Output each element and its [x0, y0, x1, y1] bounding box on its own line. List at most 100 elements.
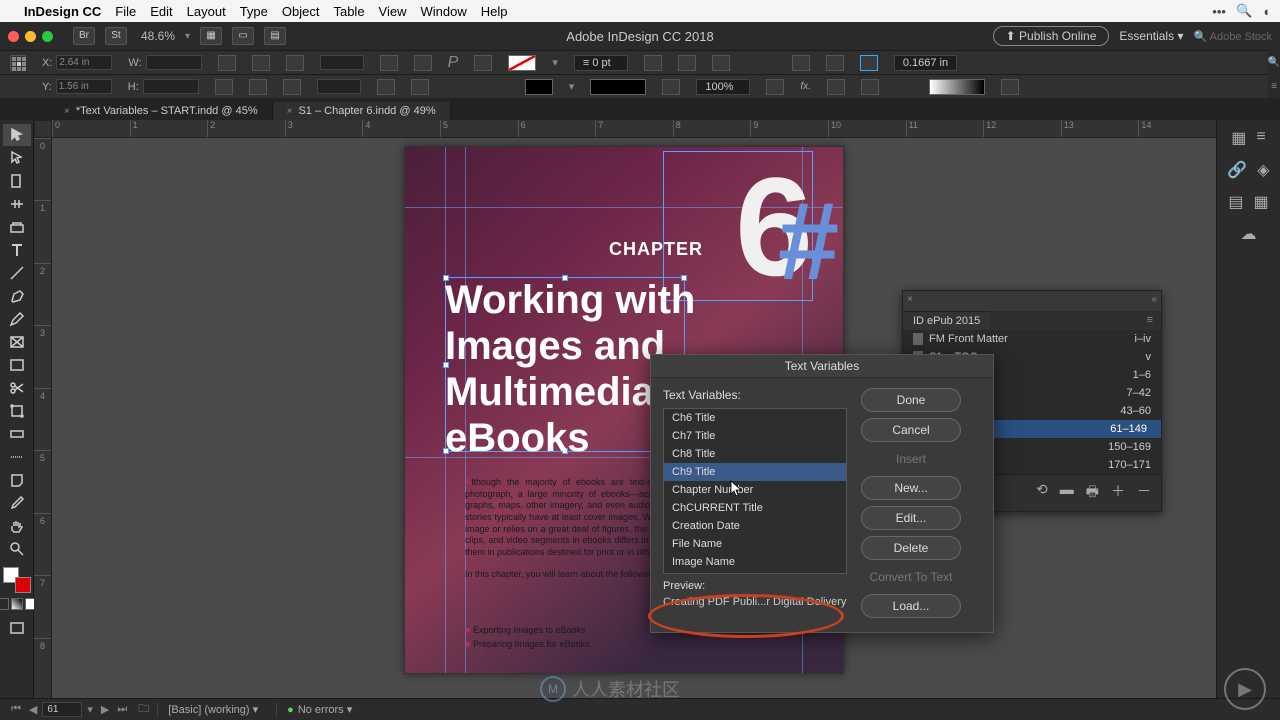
gradient-swatch-tool[interactable] — [3, 423, 31, 445]
zoom-window-button[interactable] — [42, 31, 53, 42]
corner-options-icon[interactable] — [860, 55, 878, 71]
book-panel-tab[interactable]: ID ePub 2015 — [903, 311, 990, 330]
vertical-ruler[interactable]: 012345678 — [34, 138, 52, 700]
menu-table[interactable]: Table — [333, 4, 364, 19]
menu-window[interactable]: Window — [421, 4, 467, 19]
hand-tool[interactable] — [3, 515, 31, 537]
horizontal-ruler[interactable]: 01234567891011121314 — [52, 120, 1216, 138]
free-transform-tool[interactable] — [3, 400, 31, 422]
opacity-icon[interactable] — [662, 79, 680, 95]
list-item[interactable]: Chapter Number — [664, 481, 846, 499]
layers-panel-icon[interactable]: ≡ — [1256, 128, 1265, 148]
pencil-tool[interactable] — [3, 308, 31, 330]
adobe-stock-search[interactable]: 🔍 Adobe Stock — [1193, 30, 1272, 43]
arrange-button[interactable]: ▤ — [264, 27, 286, 45]
reset-transform-icon[interactable] — [283, 79, 301, 95]
document-tab[interactable]: ×S1 – Chapter 6.indd @ 49% — [273, 102, 451, 120]
list-item[interactable]: Ch9 Title — [664, 463, 846, 481]
open-icon[interactable]: 🗀 — [138, 700, 149, 719]
reference-point-icon[interactable] — [10, 55, 26, 71]
menu-file[interactable]: File — [115, 4, 136, 19]
next-page-icon[interactable]: ▶ — [98, 703, 112, 716]
workspace-switcher[interactable]: Essentials ▾ — [1119, 29, 1183, 43]
minimize-window-button[interactable] — [25, 31, 36, 42]
menu-help[interactable]: Help — [481, 4, 508, 19]
shear-input[interactable] — [317, 79, 361, 94]
save-book-icon[interactable]: ▬ — [1060, 481, 1074, 505]
eyedropper-tool[interactable] — [3, 492, 31, 514]
panel-header[interactable]: × « — [903, 291, 1161, 311]
stock-button[interactable]: St — [105, 27, 127, 45]
text-wrap-2-icon[interactable] — [826, 55, 844, 71]
last-icon[interactable] — [411, 79, 429, 95]
constrain-icon[interactable] — [218, 55, 236, 71]
gradient-swatch[interactable] — [929, 79, 985, 95]
list-item[interactable]: Image Name — [664, 553, 846, 571]
convert-button[interactable]: Convert To Text — [861, 566, 961, 588]
flip-v-icon[interactable] — [249, 79, 267, 95]
y-input[interactable] — [56, 79, 112, 94]
shear-icon[interactable] — [215, 79, 233, 95]
stroke-style[interactable] — [590, 79, 646, 95]
menu-edit[interactable]: Edit — [150, 4, 172, 19]
list-item[interactable]: Ch6 Title — [664, 409, 846, 427]
search-icon[interactable]: 🔍 — [1268, 57, 1280, 68]
menu-view[interactable]: View — [379, 4, 407, 19]
menuextra-icon[interactable]: ••• — [1212, 4, 1226, 19]
content-collector-tool[interactable] — [3, 216, 31, 238]
text-wrap-3-icon[interactable] — [827, 79, 845, 95]
w-input[interactable] — [146, 55, 202, 70]
gap-tool[interactable] — [3, 193, 31, 215]
menu-type[interactable]: Type — [240, 4, 268, 19]
page-dropdown-icon[interactable]: ▾ — [84, 703, 96, 716]
panel-collapse-icon[interactable]: « — [1151, 294, 1157, 305]
page-number-input[interactable] — [42, 702, 82, 717]
stroke-weight[interactable]: ≡ 0 pt — [574, 55, 628, 71]
preflight-status[interactable]: ●No errors ▾ — [276, 703, 362, 716]
color-panel-icon[interactable]: ▤ — [1228, 192, 1243, 212]
view-options-button[interactable]: ▦ — [200, 27, 222, 45]
fill-dropdown-icon[interactable]: ▾ — [552, 56, 558, 69]
rotate-ccw-icon[interactable] — [380, 55, 398, 71]
prev-page-icon[interactable]: ◀ — [26, 703, 40, 716]
panel-close-icon[interactable]: × — [907, 294, 913, 305]
document-tab[interactable]: ×*Text Variables – START.indd @ 45% — [50, 102, 273, 120]
bridge-button[interactable]: Br — [73, 27, 95, 45]
type-tool[interactable] — [3, 239, 31, 261]
text-wrap-4-icon[interactable] — [861, 79, 879, 95]
menu-object[interactable]: Object — [282, 4, 320, 19]
scissors-tool[interactable] — [3, 377, 31, 399]
load-button[interactable]: Load... — [861, 594, 961, 618]
insert-button[interactable]: Insert — [861, 448, 961, 470]
play-overlay-icon[interactable]: ▶ — [1224, 668, 1266, 710]
screen-mode-button[interactable]: ▭ — [232, 27, 254, 45]
wifi-icon[interactable]: ◖ — [1262, 4, 1270, 19]
first-icon[interactable] — [377, 79, 395, 95]
frame-fit-1-icon[interactable] — [644, 55, 662, 71]
close-tab-icon[interactable]: × — [287, 106, 293, 117]
pages-panel-icon[interactable]: ▦ — [1231, 128, 1246, 148]
h-input[interactable] — [143, 79, 199, 94]
print-book-icon[interactable]: 🖶 — [1086, 481, 1099, 505]
stroke-dropdown-icon[interactable]: ▾ — [569, 80, 575, 93]
selection-tool[interactable] — [3, 124, 31, 146]
direct-selection-tool[interactable] — [3, 147, 31, 169]
cancel-button[interactable]: Cancel — [861, 418, 961, 442]
spotlight-icon[interactable]: 🔍 — [1236, 3, 1252, 19]
links-panel-icon[interactable]: 🔗 — [1227, 160, 1247, 180]
zoom-dropdown-icon[interactable]: ▾ — [185, 31, 190, 42]
gradient-feather-tool[interactable] — [3, 446, 31, 468]
last-page-icon[interactable]: ⏭ — [114, 703, 130, 716]
cc-libraries-icon[interactable]: ☁ — [1241, 224, 1257, 244]
edit-button[interactable]: Edit... — [861, 506, 961, 530]
delete-button[interactable]: Delete — [861, 536, 961, 560]
done-button[interactable]: Done — [861, 388, 961, 412]
rotate-input[interactable] — [320, 55, 364, 70]
fx-label[interactable]: fx. — [800, 81, 811, 92]
frame-fit-2-icon[interactable] — [678, 55, 696, 71]
fill-stroke-swap[interactable] — [3, 567, 31, 593]
pen-tool[interactable] — [3, 285, 31, 307]
remove-document-icon[interactable]: － — [1137, 481, 1151, 505]
note-tool[interactable] — [3, 469, 31, 491]
line-tool[interactable] — [3, 262, 31, 284]
